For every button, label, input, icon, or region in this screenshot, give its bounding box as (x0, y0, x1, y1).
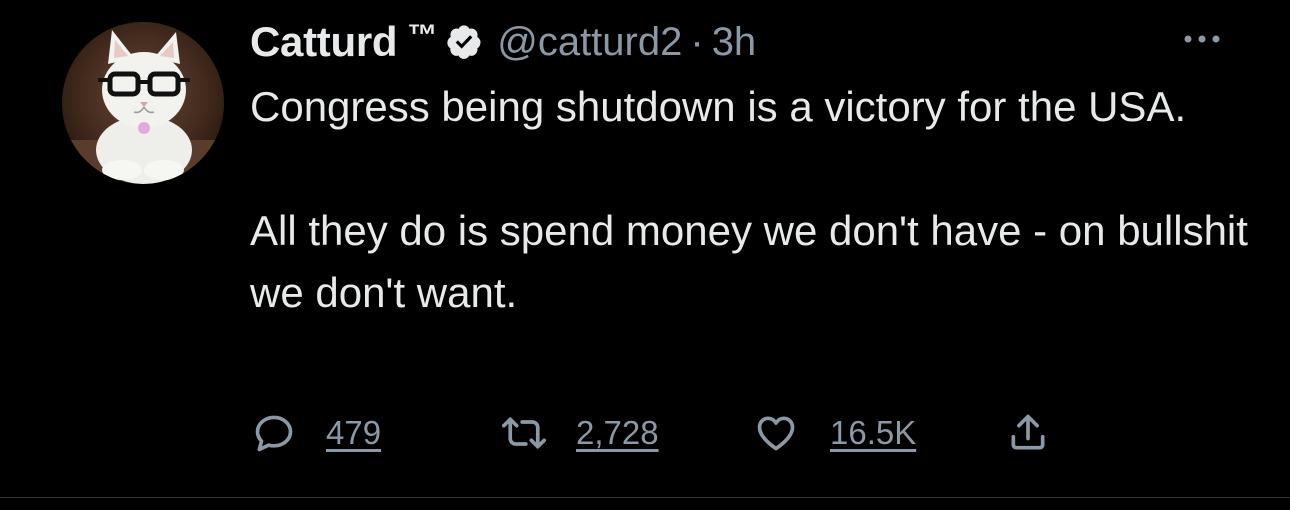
more-options-icon[interactable] (1178, 24, 1226, 54)
separator-dot: · (690, 19, 704, 64)
share-icon (1011, 414, 1045, 450)
tweet-paragraph: All they do is spend money we don't have… (250, 207, 1248, 316)
tweet[interactable]: Catturd ™ @catturd2 · 3h Congress being … (0, 0, 1290, 510)
heart-icon (757, 416, 795, 451)
reply-icon (255, 415, 293, 452)
tweet-timestamp[interactable]: 3h (712, 20, 757, 65)
author-handle[interactable]: @catturd2 (497, 20, 682, 65)
retweet-count[interactable]: 2,728 (576, 414, 659, 452)
like-button[interactable]: 16.5K (754, 408, 916, 458)
tweet-body: Congress being shutdown is a victory for… (250, 76, 1260, 324)
verified-badge-icon (447, 25, 481, 59)
cat-with-glasses-avatar-icon (62, 22, 224, 184)
share-button[interactable] (1006, 408, 1050, 458)
tweet-paragraph: Congress being shutdown is a victory for… (250, 83, 1187, 130)
reply-button[interactable]: 479 (252, 408, 381, 458)
avatar[interactable] (62, 22, 224, 184)
tweet-header: Catturd ™ @catturd2 · 3h (250, 14, 756, 70)
trademark-symbol: ™ (407, 19, 438, 52)
reply-count[interactable]: 479 (326, 414, 381, 452)
retweet-button[interactable]: 2,728 (500, 408, 659, 458)
like-count[interactable]: 16.5K (830, 414, 916, 452)
divider (0, 497, 1290, 498)
author-display-name[interactable]: Catturd (250, 18, 398, 66)
retweet-icon (502, 417, 547, 449)
